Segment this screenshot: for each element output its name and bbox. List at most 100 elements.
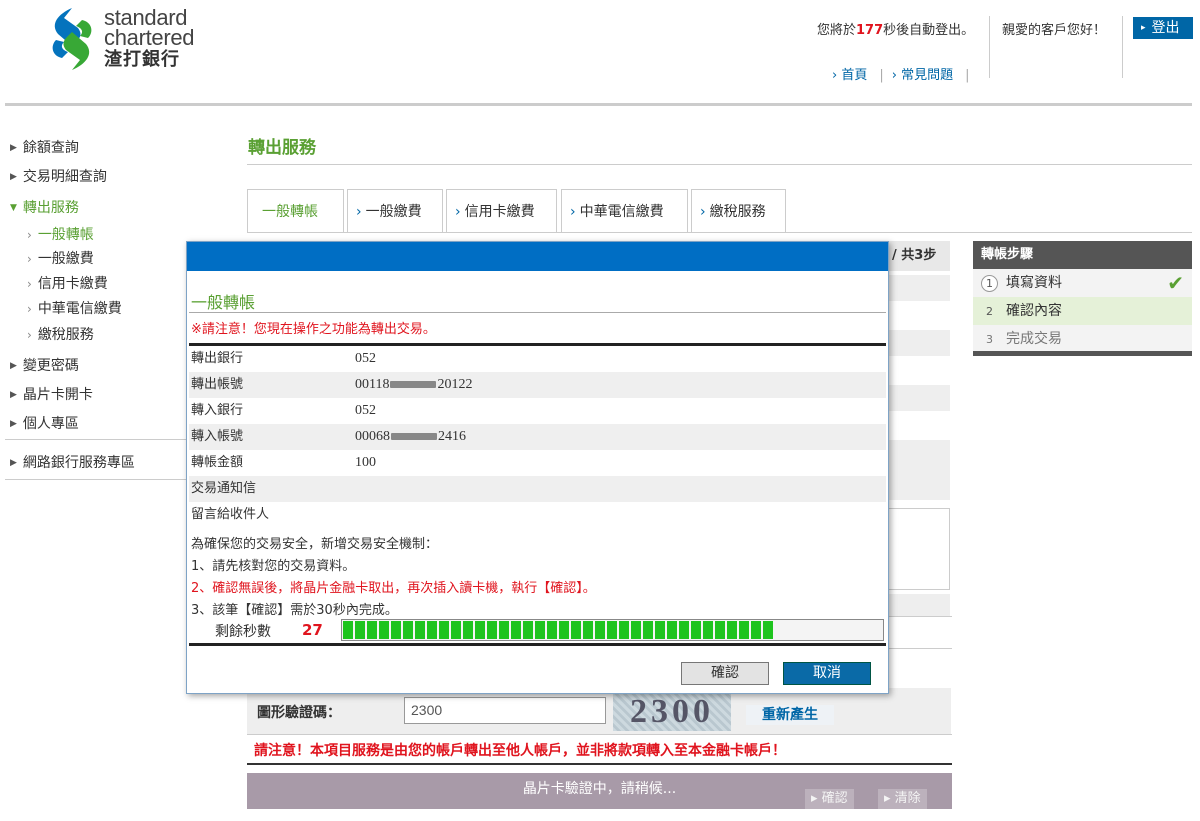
logo-en-2: chartered	[104, 25, 195, 50]
regenerate-captcha-button[interactable]: 重新產生	[746, 705, 834, 725]
progress-segment	[463, 621, 473, 639]
sidebar-subitem-tax-payment[interactable]: › 繳稅服務	[27, 324, 94, 344]
masked-digits	[391, 433, 437, 441]
progress-segment	[631, 621, 641, 639]
row-target-bank: 轉入銀行 052	[189, 398, 886, 424]
sidebar-item-transfer-services[interactable]: ▼ 轉出服務	[10, 197, 79, 217]
chevron-right-icon: ›	[455, 204, 461, 220]
sidebar-subitem-label: 一般繳費	[37, 251, 94, 267]
progress-segment	[751, 621, 761, 639]
chevron-right-icon: ›	[570, 204, 576, 220]
row-value: 052	[355, 351, 376, 366]
sidebar-divider	[5, 479, 188, 480]
tab-label: 繳稅服務	[709, 204, 766, 220]
tabs-rule	[247, 232, 1192, 233]
faq-link-label: 常見問題	[901, 68, 954, 83]
sidebar-subitem-credit-card-payment[interactable]: › 信用卡繳費	[27, 273, 108, 293]
faq-link[interactable]: › 常見問題	[892, 68, 959, 83]
progress-segment	[667, 621, 677, 639]
progress-segment	[739, 621, 749, 639]
tab-general-transfer[interactable]: 一般轉帳	[247, 189, 344, 233]
sidebar-subitem-cht-payment[interactable]: › 中華電信繳費	[27, 298, 122, 318]
progress-segment	[655, 621, 665, 639]
progress-segment	[643, 621, 653, 639]
logo-text: standard chartered 渣打銀行	[104, 7, 195, 70]
progress-segment	[499, 621, 509, 639]
tab-label: 信用卡繳費	[464, 204, 535, 220]
progress-segment	[595, 621, 605, 639]
step-complete: 3 完成交易	[973, 325, 1192, 353]
account-prefix: 00068	[355, 429, 390, 444]
progress-segment	[451, 621, 461, 639]
dialog-titlebar[interactable]	[187, 242, 888, 271]
triangle-right-icon: ▶	[10, 172, 17, 182]
form-confirm-button[interactable]: ▸ 確認	[805, 789, 854, 809]
row-value: 00118 20122	[355, 372, 472, 398]
step-label: 確認內容	[1006, 303, 1062, 319]
sidebar-subitem-general-payment[interactable]: › 一般繳費	[27, 248, 94, 268]
row-value: 00068 2416	[355, 424, 466, 450]
sidebar-item-transactions[interactable]: ▶ 交易明細查詢	[10, 166, 107, 186]
security-intro: 為確保您的交易安全，新增交易安全機制：	[191, 537, 439, 552]
sidebar-item-balance[interactable]: ▶ 餘額查詢	[10, 137, 79, 157]
progress-segment	[703, 621, 713, 639]
sidebar-subitem-general-transfer[interactable]: › 一般轉帳	[27, 224, 94, 244]
step-fill-in: 1 填寫資料 ✔	[973, 269, 1192, 297]
sidebar-subitem-label: 繳稅服務	[37, 327, 94, 343]
row-source-bank: 轉出銀行 052	[189, 346, 886, 372]
chevron-right-icon: ›	[27, 252, 32, 266]
background-row	[888, 330, 950, 356]
masked-digits	[390, 381, 437, 389]
dialog-title-rule	[189, 312, 886, 313]
sidebar-item-label: 餘額查詢	[22, 140, 79, 156]
tab-cht-payment[interactable]: › 中華電信繳費	[561, 189, 688, 233]
sidebar-item-chip-card-activation[interactable]: ▶ 晶片卡開卡	[10, 384, 93, 404]
tab-label: 一般繳費	[365, 204, 422, 220]
standard-chartered-logo[interactable]: standard chartered 渣打銀行	[44, 6, 244, 76]
chevron-right-icon: ›	[27, 277, 32, 291]
header: standard chartered 渣打銀行 您將於177秒後自動登出。 親愛…	[0, 0, 1200, 108]
progress-segment	[727, 621, 737, 639]
tab-tax-payment[interactable]: › 繳稅服務	[691, 189, 786, 233]
home-link-label: 首頁	[841, 68, 868, 83]
progress-segment	[547, 621, 557, 639]
step-label: 填寫資料	[1006, 275, 1062, 291]
top-links: › 首頁 | › 常見問題 |	[832, 64, 978, 83]
home-link[interactable]: › 首頁	[832, 68, 873, 83]
chevron-right-icon: ›	[27, 228, 32, 242]
row-label: 轉入銀行	[191, 403, 244, 418]
background-row	[888, 385, 950, 411]
link-sep: |	[965, 68, 970, 83]
logout-button[interactable]: ▸ 登出	[1133, 17, 1193, 39]
sidebar-item-label: 晶片卡開卡	[22, 387, 93, 403]
countdown-value: 27	[302, 621, 323, 639]
tab-label: 一般轉帳	[262, 204, 318, 220]
row-target-account: 轉入帳號 00068 2416	[189, 424, 886, 450]
sidebar-item-label: 網路銀行服務專區	[22, 455, 135, 471]
sidebar-item-personal-zone[interactable]: ▶ 個人專區	[10, 413, 79, 433]
progress-segment	[523, 621, 533, 639]
dialog-divider	[189, 643, 886, 646]
progress-segment	[403, 621, 413, 639]
security-step-1: 1、請先核對您的交易資料。	[191, 559, 356, 574]
tab-general-payment[interactable]: › 一般繳費	[347, 189, 443, 233]
progress-segment	[607, 621, 617, 639]
form-clear-button[interactable]: ▸ 清除	[878, 789, 927, 809]
background-textarea	[888, 508, 950, 590]
step-number: 3	[986, 333, 993, 346]
captcha-input[interactable]: 2300	[404, 697, 606, 724]
countdown-progress-bar	[341, 619, 884, 641]
dialog-cancel-button[interactable]: 取消	[783, 662, 871, 685]
header-divider	[1122, 16, 1123, 78]
dialog-confirm-button[interactable]: 確認	[681, 662, 769, 685]
tab-credit-card-payment[interactable]: › 信用卡繳費	[446, 189, 557, 233]
steps-title: 轉帳步驟	[973, 241, 1192, 269]
triangle-right-icon: ▶	[10, 361, 17, 371]
form-confirm-label: 確認	[821, 791, 848, 806]
row-label: 轉帳金額	[191, 455, 244, 470]
sidebar-item-online-banking-zone[interactable]: ▶ 網路銀行服務專區	[10, 452, 135, 472]
triangle-right-icon: ▶	[10, 390, 17, 400]
transfer-confirm-dialog: 一般轉帳 ※請注意！您現在操作之功能為轉出交易。 轉出銀行 052 轉出帳號 001…	[186, 241, 889, 694]
logout-button-label: 登出	[1151, 20, 1180, 36]
sidebar-item-change-password[interactable]: ▶ 變更密碼	[10, 355, 79, 375]
